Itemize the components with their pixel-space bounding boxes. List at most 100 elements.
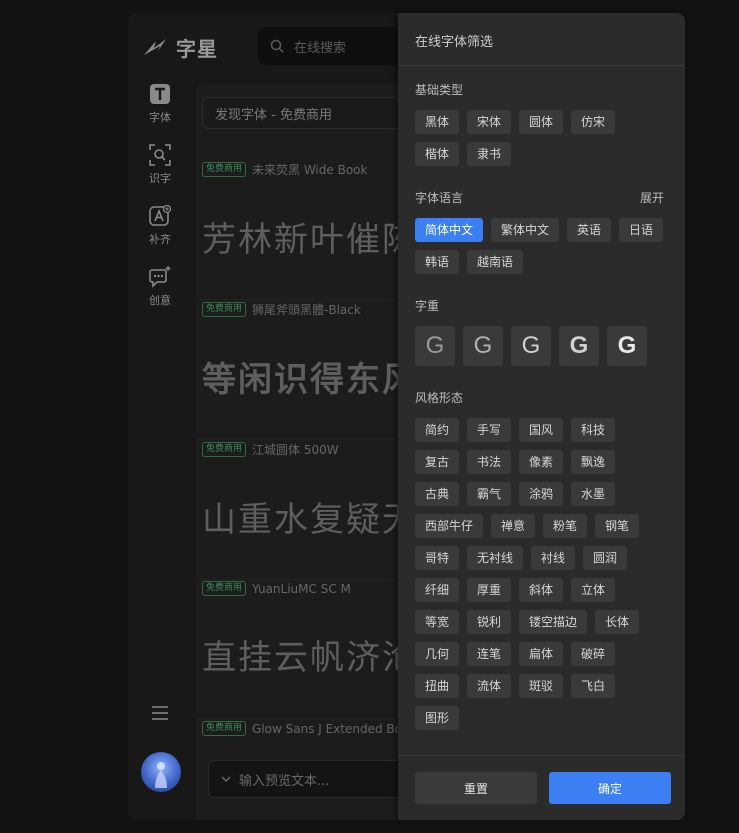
panel-header-divider [398, 65, 685, 66]
chip-style[interactable]: 流体 [467, 674, 512, 698]
chip-style[interactable]: 镂空描边 [519, 610, 588, 634]
search-input[interactable]: 在线搜索 [258, 27, 418, 65]
preview-text-input[interactable]: 输入预览文本... [208, 760, 408, 798]
chip-style[interactable]: 斑驳 [519, 674, 564, 698]
chip-basic[interactable]: 黑体 [415, 110, 460, 134]
chip-style[interactable]: 简约 [415, 418, 460, 442]
chip-style[interactable]: 古典 [415, 482, 460, 506]
expand-link[interactable]: 展开 [640, 189, 664, 206]
chip-style[interactable]: 厚重 [467, 578, 512, 602]
chip-language[interactable]: 英语 [567, 218, 612, 242]
chip-basic[interactable]: 楷体 [415, 142, 460, 166]
chip-row-style: 等宽 锐利 镂空描边 长体 [415, 610, 640, 634]
chip-style[interactable]: 书法 [467, 450, 512, 474]
chip-language[interactable]: 韩语 [415, 250, 460, 274]
chip-style[interactable]: 手写 [467, 418, 512, 442]
creative-chat-icon [149, 266, 171, 288]
chip-style[interactable]: 西部牛仔 [415, 514, 484, 538]
chip-style[interactable]: 衬线 [531, 546, 576, 570]
chip-row-style: 简约 手写 国风 科技 [415, 418, 616, 442]
chip-row-style: 纤细 厚重 斜体 立体 [415, 578, 616, 602]
chip-style[interactable]: 国风 [519, 418, 564, 442]
chip-language-selected[interactable]: 简体中文 [415, 218, 484, 242]
chip-row-style: 古典 霸气 涂鸦 水墨 [415, 482, 616, 506]
zixing-logo-icon [144, 38, 166, 55]
chip-style[interactable]: 立体 [571, 578, 616, 602]
font-add-icon [149, 205, 171, 227]
chip-row-style: 几何 连笔 扁体 破碎 [415, 642, 616, 666]
section-title-style: 风格形态 [415, 391, 464, 405]
weight-black-button[interactable]: G [607, 326, 647, 366]
weight-medium-button[interactable]: G [511, 326, 551, 366]
chip-row-basic: 黑体 宋体 圆体 仿宋 [415, 110, 616, 134]
chip-style[interactable]: 破碎 [571, 642, 616, 666]
reset-button[interactable]: 重置 [415, 772, 537, 804]
nav-item-creative[interactable]: 创意 [128, 266, 192, 308]
section-title-basic: 基础类型 [415, 83, 464, 97]
chip-style[interactable]: 连笔 [467, 642, 512, 666]
section-title-weight: 字重 [415, 299, 440, 313]
nav-item-complete[interactable]: 补齐 [128, 205, 192, 247]
chip-style[interactable]: 扁体 [519, 642, 564, 666]
chevron-down-icon [221, 776, 231, 782]
chip-basic[interactable]: 仿宋 [571, 110, 616, 134]
free-commercial-badge: 免费商用 [202, 721, 247, 736]
chip-style[interactable]: 哥特 [415, 546, 460, 570]
chip-row-language: 韩语 越南语 [415, 250, 524, 274]
nav-label-complete: 补齐 [149, 233, 171, 246]
nav-item-font[interactable]: 字体 [128, 83, 192, 125]
chip-style[interactable]: 纤细 [415, 578, 460, 602]
chip-row-basic: 楷体 隶书 [415, 142, 512, 166]
weight-light-button[interactable]: G [463, 326, 503, 366]
chip-style[interactable]: 飞白 [571, 674, 616, 698]
brand-logo[interactable]: 字星 [142, 33, 218, 62]
avatar-figure-icon [155, 762, 167, 788]
chip-language[interactable]: 繁体中文 [491, 218, 560, 242]
chip-style[interactable]: 扭曲 [415, 674, 460, 698]
search-placeholder: 在线搜索 [294, 40, 347, 56]
chip-style[interactable]: 复古 [415, 450, 460, 474]
chip-basic[interactable]: 隶书 [467, 142, 512, 166]
scan-search-icon [149, 144, 171, 166]
chip-language[interactable]: 越南语 [467, 250, 524, 274]
font-t-icon [149, 83, 171, 105]
chip-style[interactable]: 图形 [415, 706, 460, 730]
chip-style[interactable]: 等宽 [415, 610, 460, 634]
chip-row-style: 哥特 无衬线 衬线 圆润 [415, 546, 628, 570]
chip-style[interactable]: 粉笔 [543, 514, 588, 538]
panel-footer-divider [398, 755, 685, 756]
weight-row: G G G G G [415, 326, 647, 366]
section-title-language: 字体语言 [415, 191, 464, 205]
chip-style[interactable]: 科技 [571, 418, 616, 442]
chip-basic[interactable]: 宋体 [467, 110, 512, 134]
chip-style[interactable]: 斜体 [519, 578, 564, 602]
menu-icon[interactable] [152, 705, 168, 724]
font-name: YuanLiuMC SC M [252, 581, 351, 596]
free-commercial-badge: 免费商用 [202, 442, 247, 457]
chip-style[interactable]: 霸气 [467, 482, 512, 506]
weight-thin-button[interactable]: G [415, 326, 455, 366]
chip-style[interactable]: 锐利 [467, 610, 512, 634]
chip-style[interactable]: 长体 [595, 610, 640, 634]
chip-style[interactable]: 圆润 [583, 546, 628, 570]
font-filter-panel: 在线字体筛选 基础类型 黑体 宋体 圆体 仿宋 楷体 隶书 字体语言 展开 简体… [398, 13, 685, 820]
chip-style[interactable]: 涂鸦 [519, 482, 564, 506]
chip-style[interactable]: 几何 [415, 642, 460, 666]
nav-label-creative: 创意 [149, 294, 171, 307]
weight-bold-button[interactable]: G [559, 326, 599, 366]
font-name: 未来荧黑 Wide Book [252, 163, 368, 177]
chip-style[interactable]: 水墨 [571, 482, 616, 506]
chip-style[interactable]: 钢笔 [595, 514, 640, 538]
chip-style[interactable]: 禅意 [491, 514, 536, 538]
chip-language[interactable]: 日语 [619, 218, 664, 242]
chip-row-style: 西部牛仔 禅意 粉笔 钢笔 [415, 514, 640, 538]
brand-name: 字星 [176, 37, 218, 61]
chip-style[interactable]: 无衬线 [467, 546, 524, 570]
user-avatar[interactable] [141, 752, 181, 792]
chip-style[interactable]: 飘逸 [571, 450, 616, 474]
confirm-button[interactable]: 确定 [549, 772, 671, 804]
chip-basic[interactable]: 圆体 [519, 110, 564, 134]
preview-placeholder: 输入预览文本... [239, 773, 330, 789]
nav-item-recognize[interactable]: 识字 [128, 144, 192, 186]
chip-style[interactable]: 像素 [519, 450, 564, 474]
